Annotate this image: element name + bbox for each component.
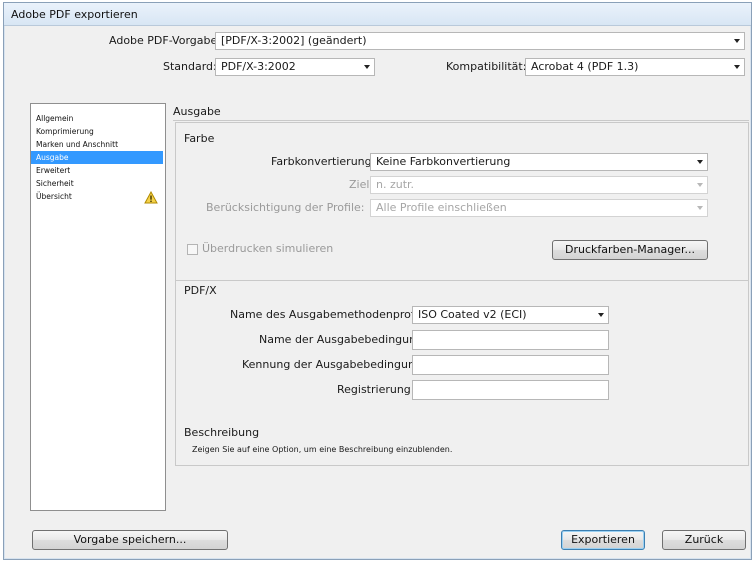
chevron-down-icon xyxy=(364,65,370,69)
preset-label: Adobe PDF-Vorgabe: xyxy=(109,34,221,47)
output-profile-label: Name des Ausgabemethodenprofils: xyxy=(230,308,431,321)
section-divider xyxy=(173,120,749,121)
preset-dropdown[interactable]: [PDF/X-3:2002] (geändert) xyxy=(215,32,745,50)
registry-label: Registrierung: xyxy=(337,383,415,396)
category-sidebar: Allgemein Komprimierung Marken und Ansch… xyxy=(30,103,166,511)
standard-value: PDF/X-3:2002 xyxy=(221,60,296,73)
chevron-down-icon xyxy=(734,39,740,43)
sidebar-item-komprimierung[interactable]: Komprimierung xyxy=(31,125,163,138)
condition-name-field[interactable] xyxy=(412,330,609,350)
export-dialog-window: Adobe PDF exportieren Adobe PDF-Vorgabe:… xyxy=(3,2,752,560)
condition-id-label: Kennung der Ausgabebedingung: xyxy=(242,358,426,371)
back-button[interactable]: Zurück xyxy=(662,530,746,550)
chevron-down-icon xyxy=(697,160,703,164)
profile-value: Alle Profile einschließen xyxy=(376,201,507,214)
registry-field[interactable] xyxy=(412,380,609,400)
target-value: n. zutr. xyxy=(376,178,415,191)
output-profile-dropdown[interactable]: ISO Coated v2 (ECI) xyxy=(412,306,609,324)
chevron-down-icon xyxy=(697,206,703,210)
title-bar[interactable]: Adobe PDF exportieren xyxy=(4,3,751,26)
condition-name-label: Name der Ausgabebedingung: xyxy=(259,333,427,346)
compat-value: Acrobat 4 (PDF 1.3) xyxy=(531,60,639,73)
ink-manager-button[interactable]: Druckfarben-Manager... xyxy=(552,240,708,260)
window-title: Adobe PDF exportieren xyxy=(11,8,138,21)
preset-value: [PDF/X-3:2002] (geändert) xyxy=(221,34,367,47)
overprint-label: Überdrucken simulieren xyxy=(202,242,334,255)
pdfx-heading: PDF/X xyxy=(184,284,217,297)
export-button[interactable]: Exportieren xyxy=(561,530,645,550)
chevron-down-icon xyxy=(697,183,703,187)
section-title: Ausgabe xyxy=(173,105,221,118)
conversion-value: Keine Farbkonvertierung xyxy=(376,155,511,168)
compat-label: Kompatibilität: xyxy=(446,60,527,73)
sidebar-item-erweitert[interactable]: Erweitert xyxy=(31,164,163,177)
output-profile-value: ISO Coated v2 (ECI) xyxy=(418,308,527,321)
color-heading: Farbe xyxy=(184,132,215,145)
save-preset-button[interactable]: Vorgabe speichern... xyxy=(32,530,228,550)
sidebar-item-allgemein[interactable]: Allgemein xyxy=(31,112,163,125)
condition-id-field[interactable] xyxy=(412,355,609,375)
standard-dropdown[interactable]: PDF/X-3:2002 xyxy=(215,58,375,76)
standard-label: Standard: xyxy=(163,60,217,73)
sidebar-item-sicherheit[interactable]: Sicherheit xyxy=(31,177,163,190)
chevron-down-icon xyxy=(734,65,740,69)
compat-dropdown[interactable]: Acrobat 4 (PDF 1.3) xyxy=(525,58,745,76)
dialog-body: Adobe PDF-Vorgabe: [PDF/X-3:2002] (geänd… xyxy=(12,27,749,552)
target-dropdown[interactable]: n. zutr. xyxy=(370,176,708,194)
conversion-label: Farbkonvertierung: xyxy=(271,155,376,168)
description-heading: Beschreibung xyxy=(184,426,260,439)
overprint-checkbox[interactable] xyxy=(187,244,198,255)
chevron-down-icon xyxy=(598,313,604,317)
description-text: Zeigen Sie auf eine Option, um eine Besc… xyxy=(192,445,453,454)
conversion-dropdown[interactable]: Keine Farbkonvertierung xyxy=(370,153,708,171)
profile-label: Berücksichtigung der Profile: xyxy=(206,201,365,214)
warning-icon xyxy=(144,191,158,204)
profile-dropdown[interactable]: Alle Profile einschließen xyxy=(370,199,708,217)
sidebar-item-marken-und-anschnitt[interactable]: Marken und Anschnitt xyxy=(31,138,163,151)
sidebar-item-ausgabe[interactable]: Ausgabe xyxy=(31,151,163,164)
